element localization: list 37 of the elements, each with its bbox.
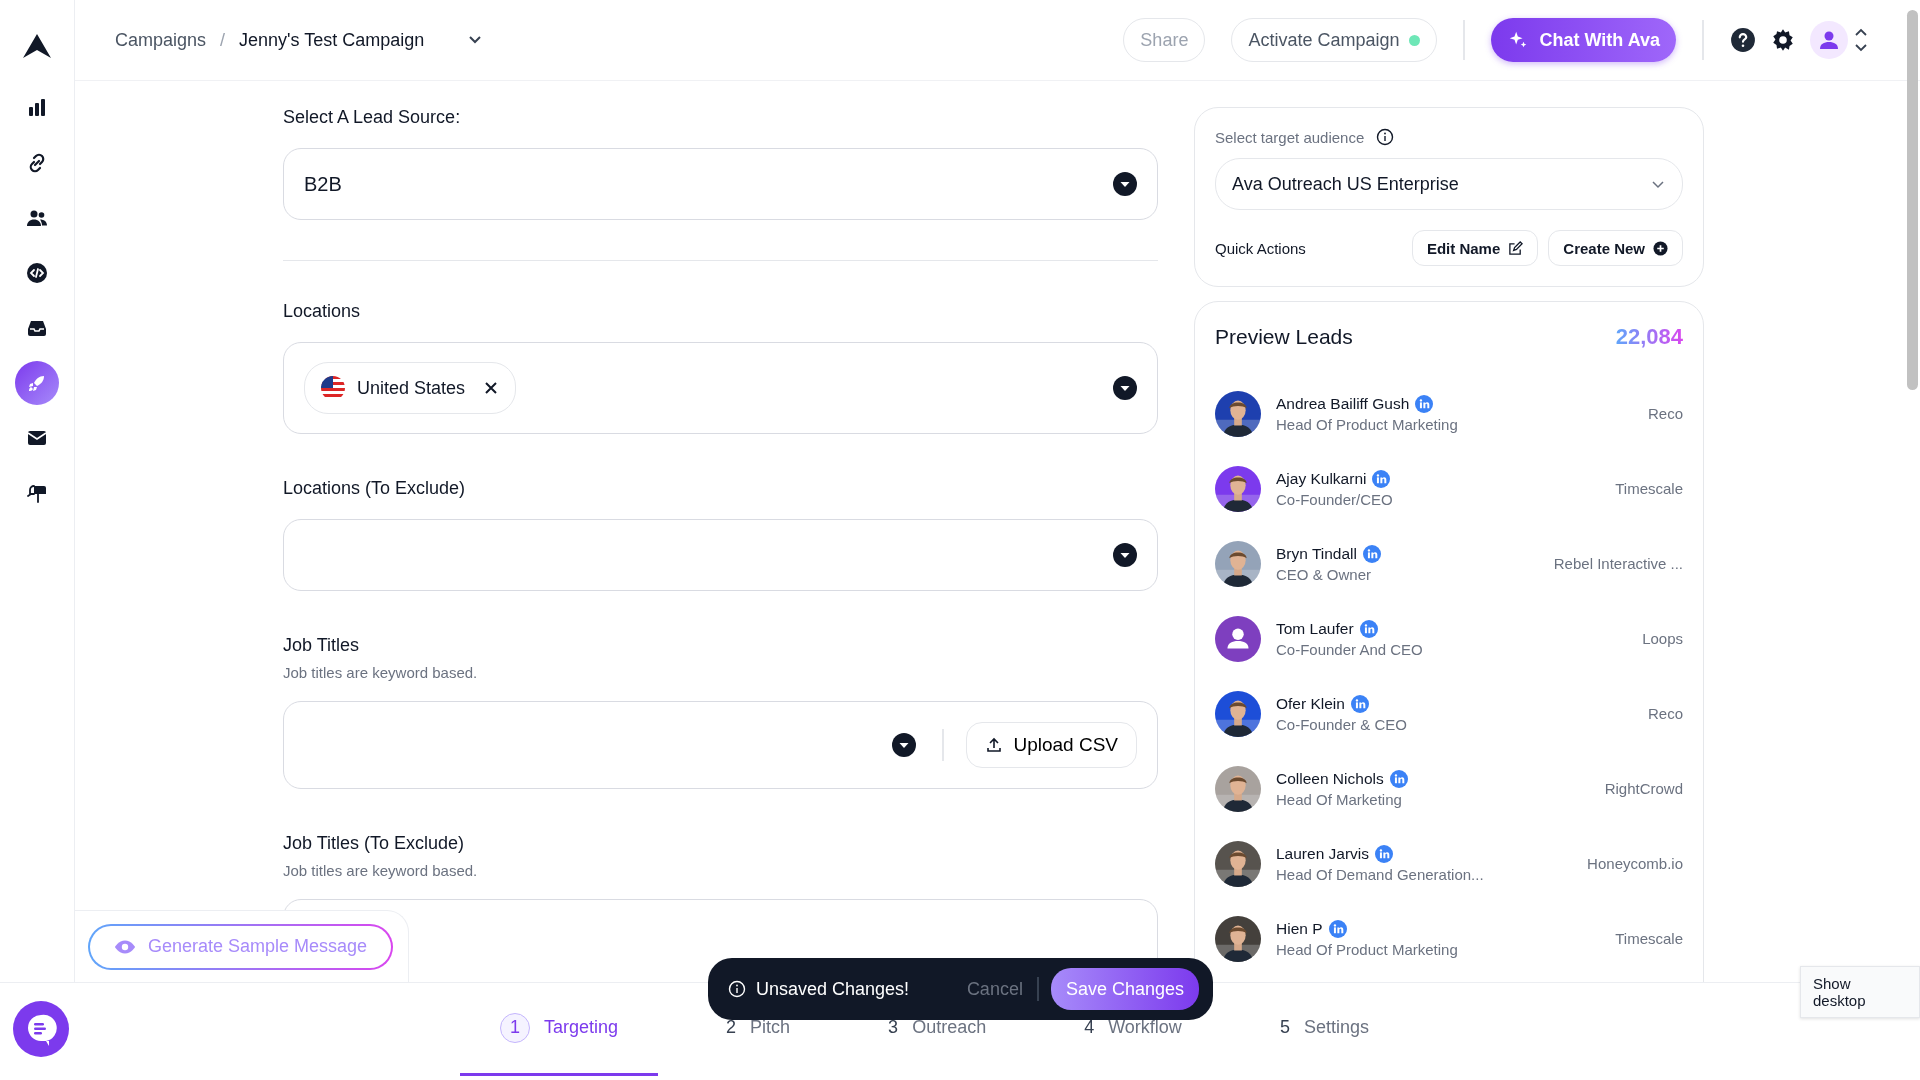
- field-hint: Job titles are keyword based.: [283, 664, 479, 681]
- lead-title: Head Of Demand Generation...: [1276, 865, 1485, 883]
- lead-title: Head Of Product Marketing: [1276, 415, 1459, 433]
- field-label: Locations (To Exclude): [283, 478, 467, 499]
- field-label: Select A Lead Source:: [283, 107, 462, 128]
- lead-title: Co-Founder & CEO: [1276, 715, 1408, 733]
- lead-name: Bryn Tindall: [1276, 544, 1357, 563]
- lead-title: Co-Founder/CEO: [1276, 490, 1394, 508]
- tooltip: Show desktop: [1800, 966, 1920, 1018]
- lead-title: Head Of Product Marketing: [1276, 940, 1459, 958]
- field-label: Job Titles: [283, 635, 361, 656]
- lead-name: Tom Laufer: [1276, 619, 1354, 638]
- lead-company: RightCrowd: [1604, 780, 1683, 797]
- lead-name: Hien P: [1276, 919, 1323, 938]
- lead-company: Honeycomb.io: [1587, 855, 1683, 872]
- field-label: Job Titles (To Exclude): [283, 833, 466, 854]
- lead-company: Rebel Interactive ...: [1553, 555, 1683, 572]
- lead-company: Reco: [1647, 405, 1683, 422]
- field-hint: Job titles are keyword based.: [283, 862, 479, 879]
- lead-name: Andrea Bailiff Gush: [1276, 394, 1410, 413]
- lead-name: Lauren Jarvis: [1276, 844, 1370, 863]
- lead-title: Head Of Marketing: [1276, 790, 1403, 808]
- lead-name: Ajay Kulkarni: [1276, 469, 1367, 488]
- lead-company: Timescale: [1615, 930, 1683, 947]
- lead-company: Timescale: [1615, 480, 1683, 497]
- field-label: Select target audience: [1215, 128, 1365, 146]
- lead-name: Colleen Nichols: [1276, 769, 1384, 788]
- breadcrumb-separator: /: [220, 29, 226, 51]
- lead-company: Reco: [1647, 705, 1683, 722]
- lead-name: Ofer Klein: [1276, 694, 1345, 713]
- lead-title: CEO & Owner: [1276, 565, 1373, 583]
- lead-company: Loops: [1642, 630, 1683, 647]
- quick-actions-label: Quick Actions: [1215, 239, 1307, 257]
- toast-message: Unsaved Changes!: [756, 978, 910, 1000]
- lead-title: Co-Founder And CEO: [1276, 640, 1424, 658]
- card-title: Preview Leads: [1215, 325, 1353, 349]
- field-label: Locations: [283, 301, 362, 322]
